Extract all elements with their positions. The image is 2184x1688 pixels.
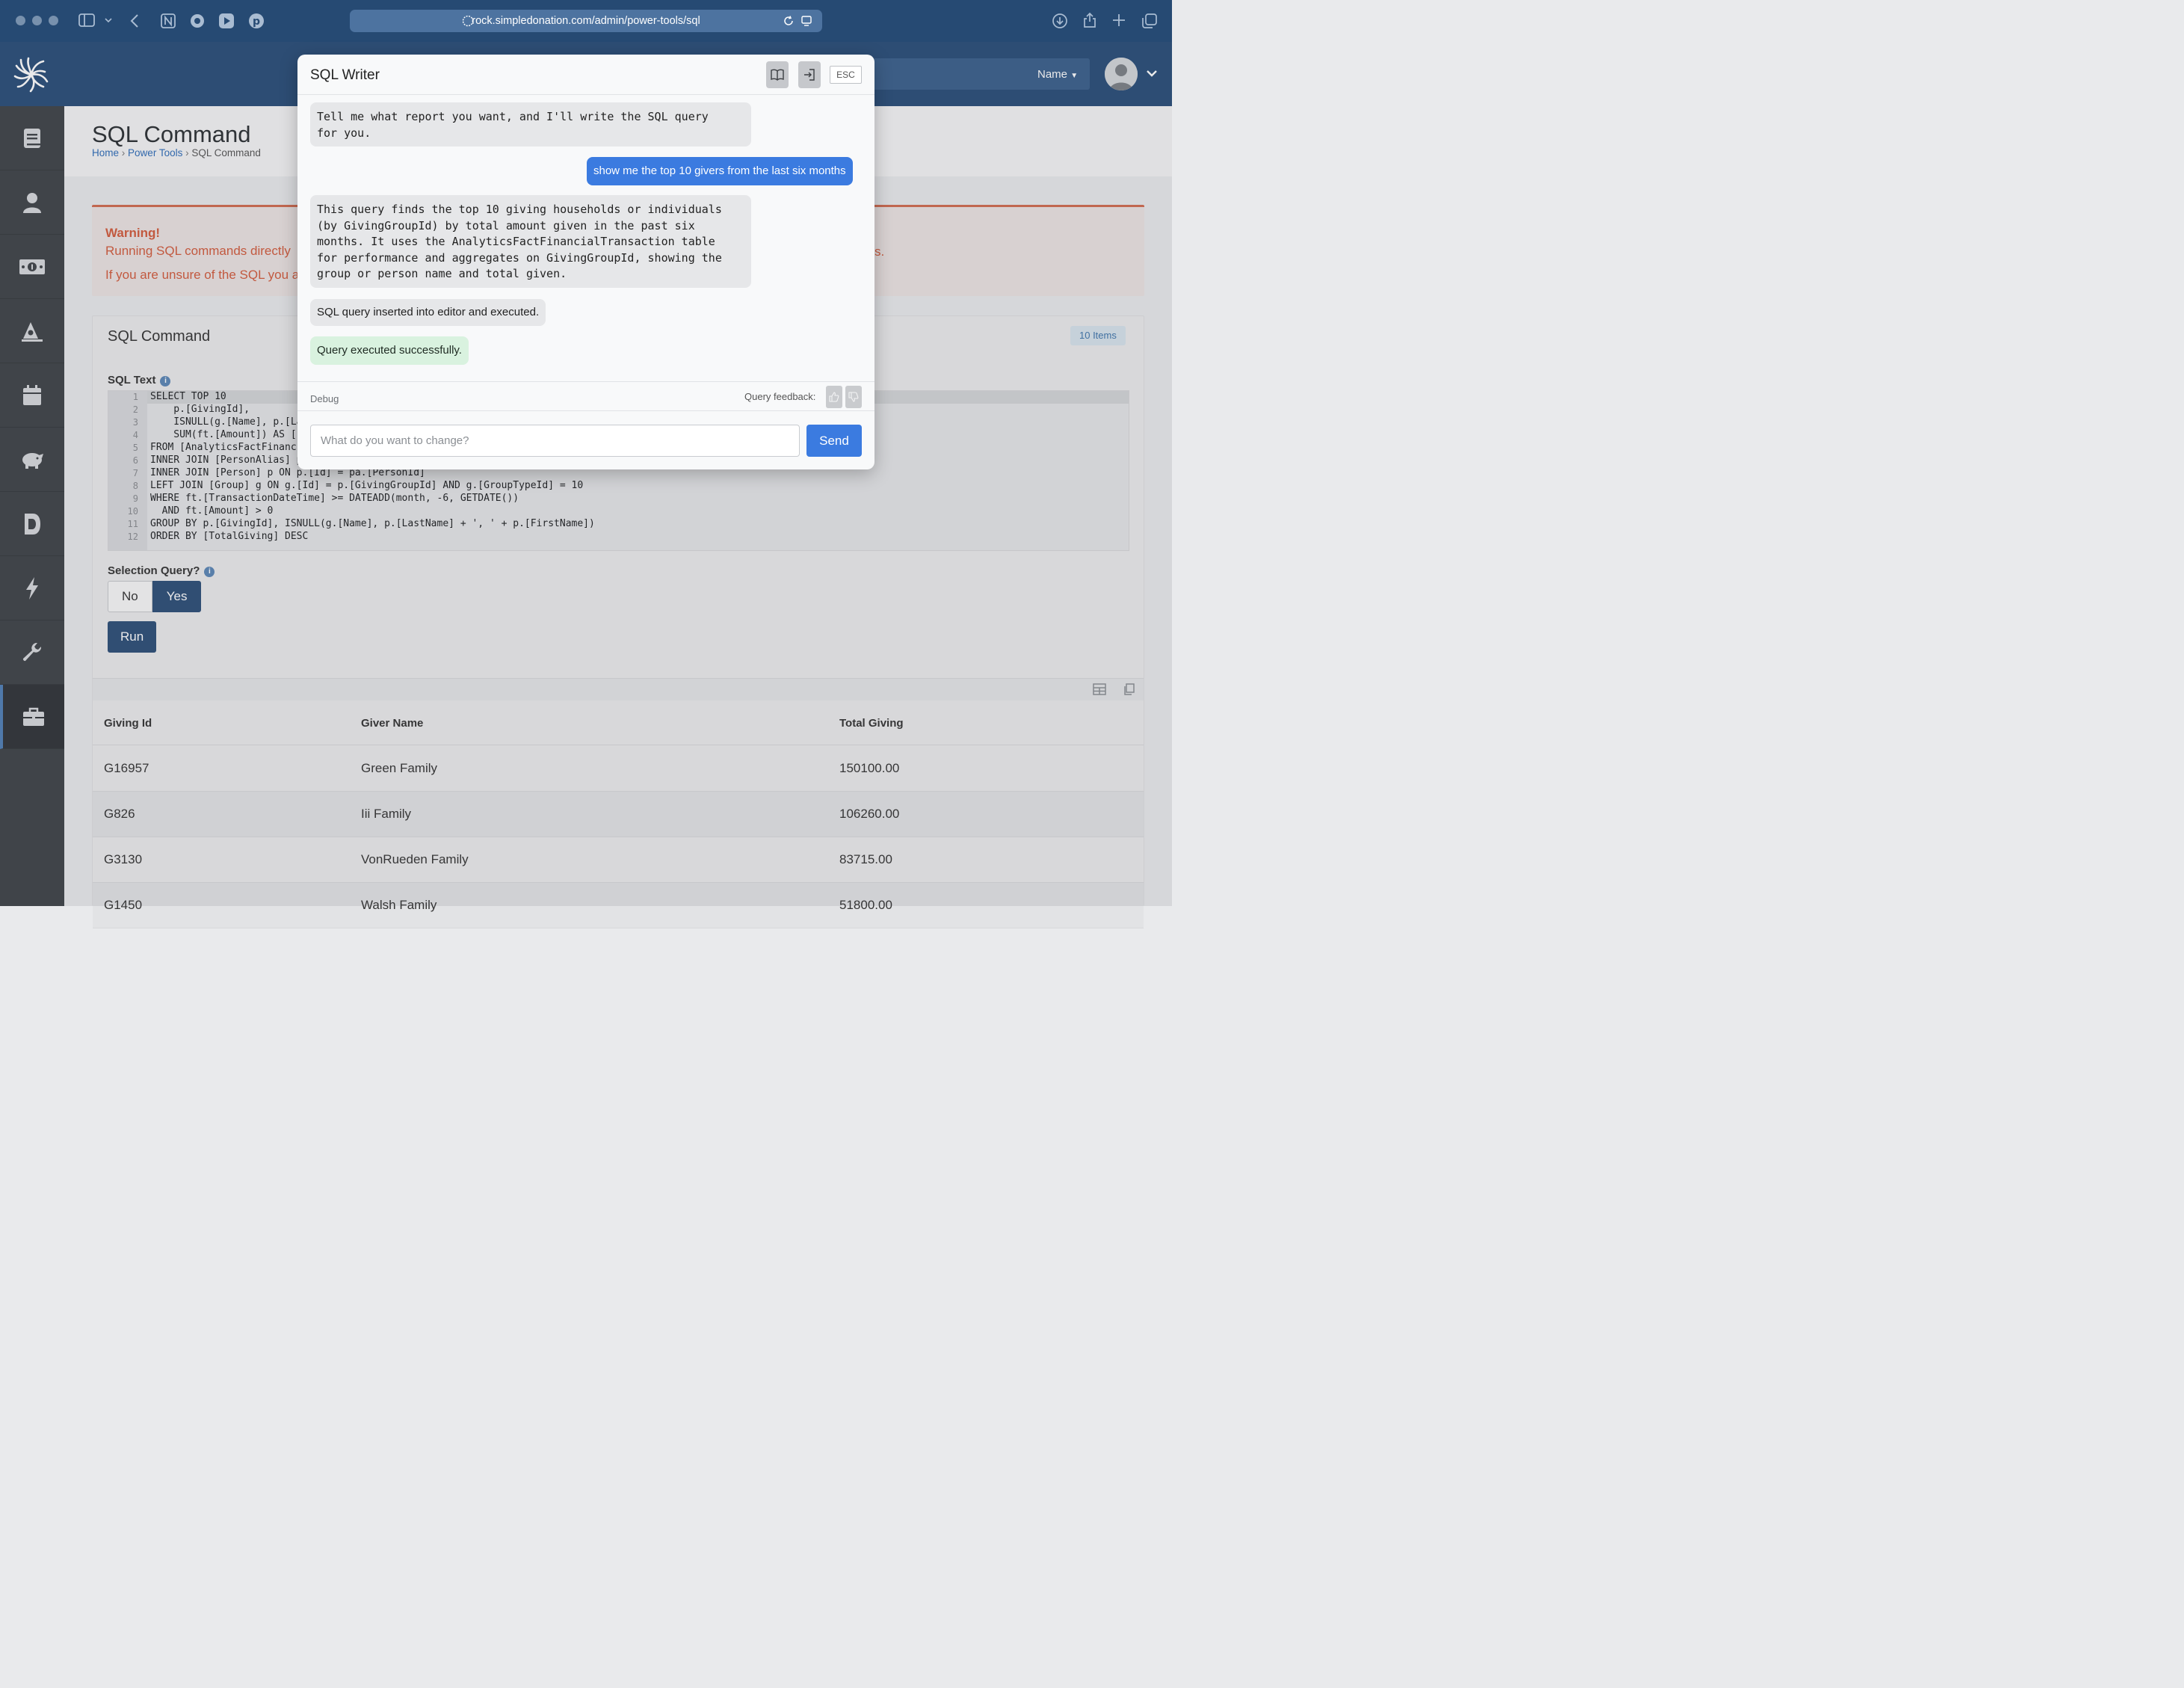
- assistant-status-message: SQL query inserted into editor and execu…: [310, 299, 546, 326]
- sidebar-toggle-icon[interactable]: [78, 13, 95, 27]
- new-tab-icon[interactable]: [1111, 13, 1126, 28]
- url-text: rock.simpledonation.com/admin/power-tool…: [472, 15, 700, 27]
- feedback-bar: Debug Query feedback:: [297, 381, 874, 411]
- pinterest-icon[interactable]: p: [248, 13, 265, 29]
- window-zoom-dot[interactable]: [49, 16, 58, 25]
- modal-title: SQL Writer: [310, 67, 380, 83]
- back-icon[interactable]: [130, 13, 139, 28]
- svg-text:p: p: [253, 16, 260, 28]
- close-esc-button[interactable]: ESC: [830, 66, 862, 84]
- thumbs-up-button[interactable]: [826, 386, 842, 408]
- success-message: Query executed successfully.: [310, 336, 469, 365]
- reader-icon[interactable]: [801, 16, 812, 26]
- chevron-down-icon[interactable]: [105, 17, 112, 23]
- sign-in-icon: [804, 69, 815, 81]
- compass-extension-icon[interactable]: [189, 13, 206, 29]
- insert-query-button[interactable]: [798, 61, 821, 88]
- window-minimize-dot[interactable]: [32, 16, 42, 25]
- change-request-input[interactable]: [310, 425, 800, 457]
- query-feedback-label: Query feedback:: [744, 391, 816, 402]
- assistant-message-intro: Tell me what report you want, and I'll w…: [310, 102, 751, 147]
- window-close-dot[interactable]: [16, 16, 25, 25]
- sql-writer-modal: SQL Writer ESC Tell me what report you w…: [297, 55, 874, 469]
- browser-toolbar: p rock.simpledonation.com/admin/power-to…: [0, 0, 1172, 42]
- assistant-message-explanation: This query finds the top 10 giving house…: [310, 195, 751, 288]
- download-icon[interactable]: [1052, 13, 1068, 29]
- reload-icon[interactable]: [783, 16, 794, 26]
- book-open-icon: [771, 69, 784, 81]
- thumbs-up-icon: [829, 392, 839, 402]
- docs-button[interactable]: [766, 61, 789, 88]
- user-message: show me the top 10 givers from the last …: [587, 157, 853, 185]
- tabs-overview-icon[interactable]: [1141, 13, 1158, 29]
- send-button[interactable]: Send: [806, 425, 862, 457]
- modal-header: SQL Writer ESC: [297, 55, 874, 95]
- thumbs-down-icon: [848, 392, 859, 402]
- share-icon[interactable]: [1082, 12, 1097, 28]
- address-bar[interactable]: rock.simpledonation.com/admin/power-tool…: [350, 10, 822, 32]
- play-extension-icon[interactable]: [218, 13, 235, 29]
- thumbs-down-button[interactable]: [845, 386, 862, 408]
- notion-icon[interactable]: [160, 13, 176, 29]
- debug-link[interactable]: Debug: [310, 393, 339, 404]
